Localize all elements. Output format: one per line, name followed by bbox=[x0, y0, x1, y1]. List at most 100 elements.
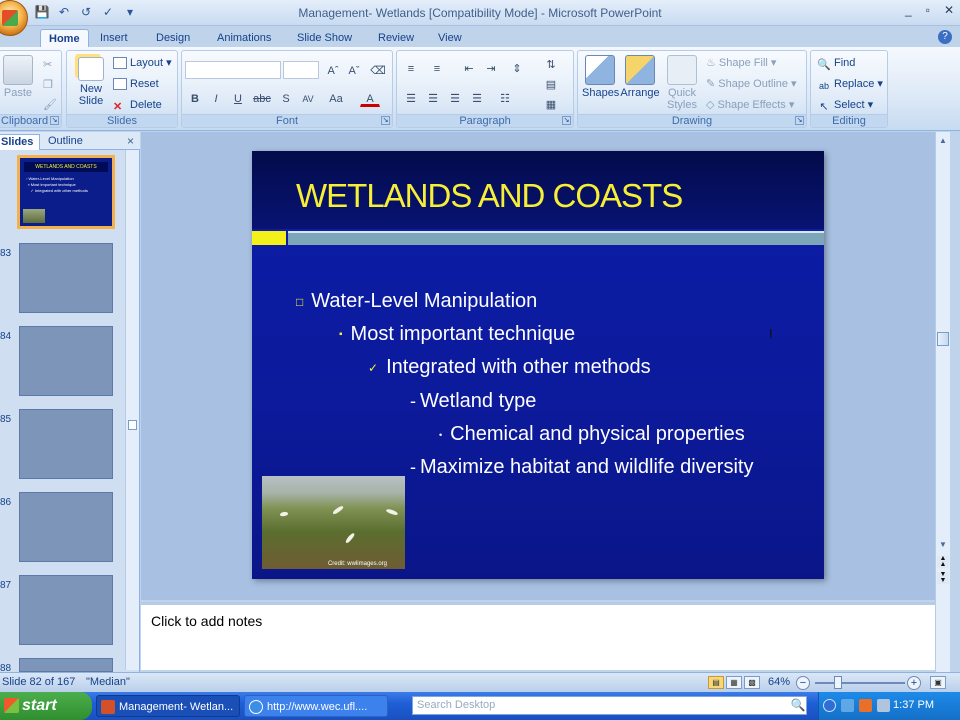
zoom-out-icon[interactable]: − bbox=[796, 676, 810, 690]
slide-show-view-icon[interactable]: ▩ bbox=[744, 676, 760, 689]
next-slide-icon[interactable]: ▼ ▼ bbox=[937, 571, 949, 584]
slide-thumbnail-current[interactable]: WETLANDS AND COASTS ▫ Water-Level Manipu… bbox=[17, 155, 115, 229]
notes-pane[interactable]: Click to add notes bbox=[141, 602, 935, 670]
italic-button[interactable]: I bbox=[206, 89, 226, 107]
previous-slide-icon[interactable]: ▲ ▲ bbox=[937, 555, 949, 568]
strikethrough-button[interactable]: abc bbox=[252, 89, 272, 107]
taskbar-item-browser[interactable]: http://www.wec.ufl.... bbox=[244, 695, 388, 717]
zoom-level[interactable]: 64% bbox=[768, 676, 790, 688]
tab-animations[interactable]: Animations bbox=[209, 29, 279, 48]
tab-review[interactable]: Review bbox=[370, 29, 422, 48]
close-button[interactable]: ✕ bbox=[944, 3, 954, 17]
slide-canvas[interactable]: WETLANDS AND COASTS □ Water-Level Manipul… bbox=[252, 151, 824, 579]
notes-placeholder[interactable]: Click to add notes bbox=[151, 613, 262, 629]
font-size-box[interactable] bbox=[283, 61, 319, 79]
slide-thumbnail[interactable] bbox=[19, 575, 113, 645]
wetland-birds-photo[interactable]: Credit: wwlimages.org bbox=[262, 476, 405, 569]
bullet-level-2[interactable]: ▪ Most important technique bbox=[339, 323, 575, 346]
slide-thumbnail[interactable] bbox=[19, 409, 113, 479]
shrink-font-button[interactable]: Aˇ bbox=[344, 61, 364, 79]
zoom-slider[interactable] bbox=[815, 682, 905, 684]
justify-icon[interactable]: ☰ bbox=[467, 89, 487, 107]
slide-thumbnail[interactable] bbox=[19, 326, 113, 396]
minimize-button[interactable]: _ bbox=[905, 3, 912, 17]
underline-button[interactable]: U bbox=[228, 89, 248, 107]
search-desktop-input[interactable]: Search Desktop bbox=[412, 696, 807, 715]
normal-view-icon[interactable]: ▤ bbox=[708, 676, 724, 689]
search-icon[interactable]: 🔍 bbox=[790, 697, 806, 713]
font-name-box[interactable] bbox=[185, 61, 281, 79]
help-icon[interactable]: ? bbox=[938, 30, 952, 44]
slide-thumbnail[interactable] bbox=[19, 492, 113, 562]
new-slide-button[interactable]: New Slide bbox=[73, 57, 109, 107]
font-launcher-icon[interactable]: ↘ bbox=[381, 116, 390, 125]
restore-button[interactable]: ▫ bbox=[926, 3, 930, 17]
thumbnail-scroll-thumb[interactable] bbox=[128, 420, 137, 430]
clipboard-launcher-icon[interactable]: ↘ bbox=[50, 116, 59, 125]
bold-button[interactable]: B bbox=[185, 89, 205, 107]
slide-sorter-view-icon[interactable]: ▦ bbox=[726, 676, 742, 689]
zoom-slider-thumb[interactable] bbox=[834, 676, 842, 689]
arrange-button[interactable]: Arrange bbox=[620, 55, 660, 99]
delete-button[interactable]: ✕ Delete bbox=[113, 97, 162, 113]
drawing-launcher-icon[interactable]: ↘ bbox=[795, 116, 804, 125]
columns-icon[interactable]: ☷ bbox=[495, 89, 515, 107]
paste-button[interactable]: Paste bbox=[3, 55, 33, 99]
shape-effects-button[interactable]: ◇ Shape Effects ▾ bbox=[706, 97, 794, 113]
tray-app-icon[interactable] bbox=[859, 699, 872, 712]
text-direction-icon[interactable]: ⇅ bbox=[541, 55, 561, 73]
bullet-level-1[interactable]: □ Water-Level Manipulation bbox=[296, 290, 537, 313]
bullet-level-4[interactable]: - Maximize habitat and wildlife diversity bbox=[410, 456, 753, 479]
char-spacing-button[interactable]: AV bbox=[298, 89, 318, 107]
tab-view[interactable]: View bbox=[430, 29, 470, 48]
align-right-icon[interactable]: ☰ bbox=[445, 89, 465, 107]
smartart-icon[interactable]: ▦ bbox=[541, 95, 561, 113]
copy-icon[interactable]: ❐ bbox=[43, 77, 53, 93]
volume-icon[interactable] bbox=[877, 699, 890, 712]
cut-icon[interactable]: ✂ bbox=[43, 57, 52, 73]
align-center-icon[interactable]: ☰ bbox=[423, 89, 443, 107]
close-pane-icon[interactable]: × bbox=[127, 134, 134, 148]
shadow-button[interactable]: S bbox=[276, 89, 296, 107]
slide-thumbnail[interactable] bbox=[19, 658, 113, 672]
line-spacing-icon[interactable]: ⇕ bbox=[507, 59, 527, 77]
tab-design[interactable]: Design bbox=[148, 29, 198, 48]
slide-vertical-scrollbar[interactable]: ▲ ▼ ▲ ▲ ▼ ▼ bbox=[935, 132, 950, 672]
clear-formatting-icon[interactable]: ⌫ bbox=[368, 61, 388, 79]
font-color-button[interactable]: A bbox=[360, 89, 380, 107]
tab-slide-show[interactable]: Slide Show bbox=[289, 29, 360, 48]
bullet-level-5[interactable]: • Chemical and physical properties bbox=[439, 423, 745, 446]
fit-to-window-icon[interactable]: ▣ bbox=[930, 676, 946, 689]
thumbnail-scrollbar[interactable] bbox=[125, 150, 139, 670]
tab-outline[interactable]: Outline bbox=[42, 134, 89, 150]
reset-button[interactable]: Reset bbox=[113, 76, 159, 92]
scroll-thumb[interactable] bbox=[937, 332, 949, 346]
find-button[interactable]: 🔍 Find bbox=[817, 55, 855, 71]
replace-button[interactable]: ab Replace ▾ bbox=[817, 76, 883, 92]
slide-thumbnail[interactable] bbox=[19, 243, 113, 313]
scroll-down-icon[interactable]: ▼ bbox=[939, 540, 947, 549]
align-left-icon[interactable]: ☰ bbox=[401, 89, 421, 107]
slide-title[interactable]: WETLANDS AND COASTS bbox=[296, 177, 683, 215]
layout-button[interactable]: Layout ▾ bbox=[113, 55, 172, 71]
decrease-indent-icon[interactable]: ⇤ bbox=[459, 59, 479, 77]
shape-outline-button[interactable]: ✎ Shape Outline ▾ bbox=[706, 76, 797, 92]
bullet-level-4[interactable]: - Wetland type bbox=[410, 390, 536, 413]
network-icon[interactable] bbox=[841, 699, 854, 712]
align-text-icon[interactable]: ▤ bbox=[541, 75, 561, 93]
bullet-level-3[interactable]: ✓ Integrated with other methods bbox=[368, 356, 651, 379]
tray-arrow-icon[interactable] bbox=[823, 699, 836, 712]
numbering-icon[interactable]: ≡ bbox=[427, 59, 447, 77]
tab-home[interactable]: Home bbox=[40, 29, 89, 48]
shapes-button[interactable]: Shapes bbox=[582, 55, 619, 99]
zoom-in-icon[interactable]: + bbox=[907, 676, 921, 690]
grow-font-button[interactable]: Aˆ bbox=[323, 61, 343, 79]
tab-insert[interactable]: Insert bbox=[92, 29, 136, 48]
change-case-button[interactable]: Aa bbox=[326, 89, 346, 107]
tab-slides[interactable]: Slides bbox=[0, 134, 41, 150]
scroll-up-icon[interactable]: ▲ bbox=[939, 136, 947, 145]
format-painter-icon[interactable]: 🖌 bbox=[43, 97, 57, 113]
quick-styles-button[interactable]: Quick Styles bbox=[662, 55, 702, 111]
bullets-icon[interactable]: ≡ bbox=[401, 59, 421, 77]
start-button[interactable]: start bbox=[0, 692, 92, 720]
